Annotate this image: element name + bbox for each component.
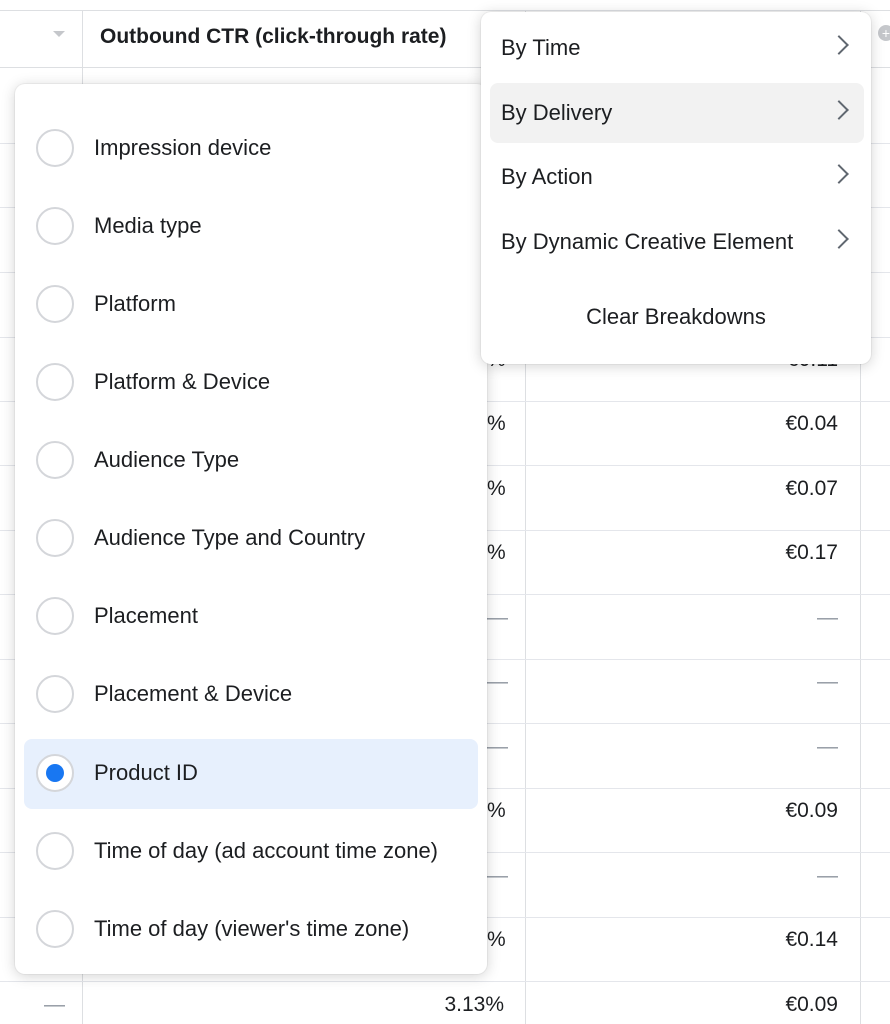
cost-cell: €0.17 (785, 541, 838, 564)
menu-item-label: By Action (501, 164, 593, 189)
chevron-right-icon (829, 164, 849, 184)
option-label: Media type (94, 213, 202, 238)
option-product-id[interactable]: Product ID (24, 739, 478, 809)
option-audience-type[interactable]: Audience Type (24, 426, 478, 496)
clear-breakdowns-button[interactable]: Clear Breakdowns (481, 297, 871, 337)
option-label: Time of day (viewer's time zone) (94, 916, 410, 941)
radio-button-selected[interactable] (36, 754, 74, 792)
sort-arrow-icon[interactable] (53, 31, 65, 37)
option-placement[interactable]: Placement (24, 582, 478, 652)
option-media-type[interactable]: Media type (24, 192, 478, 262)
radio-button[interactable] (36, 129, 74, 167)
cost-cell: — (817, 735, 838, 758)
ctr-cell: — (487, 606, 508, 629)
add-column-icon[interactable]: + (878, 25, 890, 41)
option-platform[interactable]: Platform (24, 270, 478, 340)
option-label: Platform & Device (94, 369, 271, 394)
menu-item-by-action[interactable]: By Action (490, 147, 864, 207)
ctr-cell: % (487, 412, 506, 435)
cost-cell: — (817, 670, 838, 693)
breakdown-menu: By Time By Delivery By Action By Dynamic… (481, 12, 871, 364)
first-cell: — (44, 993, 65, 1016)
option-label: Placement & Device (94, 681, 293, 706)
chevron-right-icon (829, 229, 849, 249)
chevron-right-icon (829, 100, 849, 120)
menu-item-by-delivery[interactable]: By Delivery (490, 83, 864, 143)
cost-cell: €0.04 (785, 412, 838, 435)
delivery-breakdown-submenu: Impression device Media type Platform Pl… (15, 84, 487, 974)
option-time-of-day-account[interactable]: Time of day (ad account time zone) (24, 817, 478, 887)
option-impression-device[interactable]: Impression device (24, 114, 478, 184)
ctr-cell: % (487, 541, 506, 564)
radio-button[interactable] (36, 363, 74, 401)
option-label: Placement (94, 603, 198, 628)
radio-button[interactable] (36, 597, 74, 635)
ads-manager-page: Outbound CTR (click-through rate) + % €0… (0, 0, 890, 1024)
ctr-cell: — (487, 670, 508, 693)
ctr-cell: — (487, 864, 508, 887)
menu-item-by-time[interactable]: By Time (490, 18, 864, 78)
ctr-cell: % (487, 477, 506, 500)
option-label: Impression device (94, 135, 272, 160)
radio-button[interactable] (36, 285, 74, 323)
option-label: Platform (94, 291, 176, 316)
radio-button[interactable] (36, 675, 74, 713)
option-time-of-day-viewer[interactable]: Time of day (viewer's time zone) (24, 895, 478, 965)
menu-item-label: By Time (501, 35, 581, 60)
cost-cell: €0.09 (785, 799, 838, 822)
ctr-cell: % (487, 799, 506, 822)
column-header-outbound-ctr[interactable]: Outbound CTR (click-through rate) (100, 25, 446, 49)
cost-cell: €0.14 (785, 928, 838, 951)
option-label: Product ID (94, 760, 198, 785)
radio-button[interactable] (36, 207, 74, 245)
chevron-right-icon (829, 35, 849, 55)
radio-button[interactable] (36, 910, 74, 948)
option-platform-device[interactable]: Platform & Device (24, 348, 478, 418)
option-placement-device[interactable]: Placement & Device (24, 660, 478, 730)
menu-item-label: By Delivery (501, 100, 613, 125)
cost-cell: €0.07 (785, 477, 838, 500)
ctr-cell: % (487, 928, 506, 951)
menu-item-by-dynamic-creative-element[interactable]: By Dynamic Creative Element (490, 212, 864, 272)
ctr-cell: 3.13% (444, 993, 504, 1016)
option-audience-type-country[interactable]: Audience Type and Country (24, 504, 478, 574)
row-divider (0, 981, 890, 982)
cost-cell: — (817, 606, 838, 629)
menu-item-label: By Dynamic Creative Element (501, 229, 794, 254)
cost-cell: €0.09 (785, 993, 838, 1016)
option-label: Audience Type and Country (94, 525, 366, 550)
radio-button[interactable] (36, 519, 74, 557)
radio-button[interactable] (36, 832, 74, 870)
option-label: Time of day (ad account time zone) (94, 838, 439, 863)
ctr-cell: — (487, 735, 508, 758)
radio-button[interactable] (36, 441, 74, 479)
option-label: Audience Type (94, 447, 240, 472)
cost-cell: — (817, 864, 838, 887)
